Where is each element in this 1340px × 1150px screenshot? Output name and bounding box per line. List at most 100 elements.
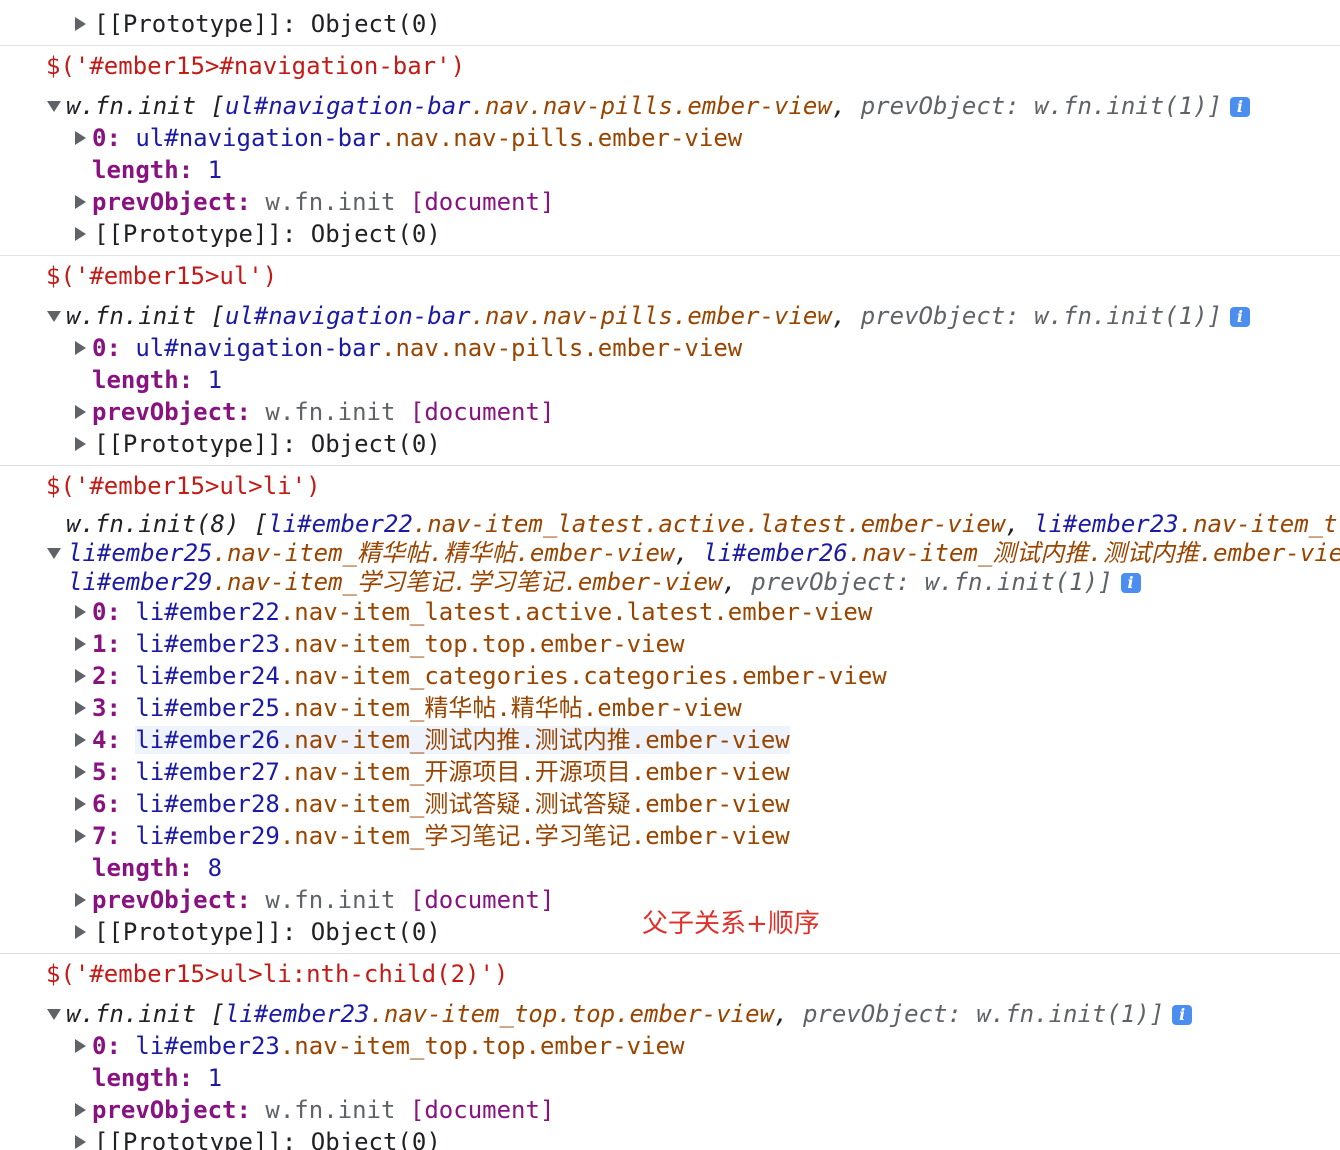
info-icon[interactable]: i <box>1172 1005 1193 1025</box>
property-row[interactable]: [[Prototype]]: Object(0) <box>0 428 1340 460</box>
collapse-triangle-icon[interactable] <box>46 537 62 569</box>
element-class: .nav-item_top.top.ember-view <box>279 1032 685 1060</box>
summary-class: .nav.nav-pills.ember-view <box>470 92 832 120</box>
expand-triangle-icon[interactable] <box>72 788 88 820</box>
summary-tag: li#ember26 <box>703 539 848 567</box>
expand-triangle-icon[interactable] <box>72 332 88 364</box>
summary-tag: li#ember25 <box>68 539 213 567</box>
prototype-entry: [[Prototype]]: Object(0) <box>94 220 441 248</box>
element-class: .nav-item_学习笔记.学习笔记.ember-view <box>279 822 790 850</box>
expand-triangle-icon[interactable] <box>72 122 88 154</box>
property-key: 6 <box>92 790 107 818</box>
info-icon[interactable]: i <box>1229 307 1250 327</box>
expand-triangle-icon[interactable] <box>72 186 88 218</box>
property-value: w.fn.init <box>265 398 396 426</box>
expand-triangle-icon[interactable] <box>72 596 88 628</box>
property-key: 0 <box>92 598 107 626</box>
property-value: w.fn.init <box>265 886 396 914</box>
summary-separator: , <box>674 539 704 567</box>
element-class: .nav-item_测试答疑.测试答疑.ember-view <box>279 790 790 818</box>
property-key: 5 <box>92 758 107 786</box>
element-class: .nav-item_测试内推.测试内推.ember-view <box>279 726 790 754</box>
property-value: 1 <box>207 1064 223 1092</box>
console-input-line[interactable]: > $('#ember15>ul>li:nth-child(2)') <box>0 958 1340 990</box>
property-row[interactable]: [[Prototype]]: Object(0) <box>0 1126 1340 1150</box>
property-key: 4 <box>92 726 107 754</box>
expand-triangle-icon[interactable] <box>72 820 88 852</box>
property-row[interactable]: 4: li#ember26.nav-item_测试内推.测试内推.ember-v… <box>0 724 1340 756</box>
collapse-triangle-icon[interactable] <box>46 90 62 122</box>
document-ref: [document] <box>409 188 555 216</box>
collapse-triangle-icon[interactable] <box>46 998 62 1030</box>
expand-triangle-icon[interactable] <box>72 428 88 460</box>
property-row[interactable]: 7: li#ember29.nav-item_学习笔记.学习笔记.ember-v… <box>0 820 1340 852</box>
element-class: .nav-item_categories.categories.ember-vi… <box>279 662 887 690</box>
element-tag: li#ember27 <box>135 758 280 786</box>
console-result-summary[interactable]: li#ember29.nav-item_学习笔记.学习笔记.ember-view… <box>0 566 1340 598</box>
element-tag: li#ember28 <box>135 790 280 818</box>
collapse-triangle-icon[interactable] <box>46 300 62 332</box>
expand-triangle-icon[interactable] <box>72 396 88 428</box>
console-command: $('#ember15>#navigation-bar') <box>46 52 466 80</box>
info-icon[interactable]: i <box>1120 573 1141 593</box>
property-key: 2 <box>92 662 107 690</box>
console-input-line[interactable]: > $('#ember15>ul>li') <box>0 470 1340 502</box>
expand-triangle-icon[interactable] <box>72 724 88 756</box>
info-icon[interactable]: i <box>1229 97 1250 117</box>
property-key: 0 <box>92 124 107 152</box>
property-row: length: 1 <box>92 1064 223 1092</box>
expand-triangle-icon[interactable] <box>72 692 88 724</box>
property-row[interactable]: 2: li#ember24.nav-item_categories.catego… <box>0 660 1340 692</box>
expand-triangle-icon[interactable] <box>72 884 88 916</box>
property-row[interactable]: prevObject: w.fn.init [document] <box>0 396 1340 428</box>
document-ref: [document] <box>409 886 555 914</box>
expand-triangle-icon[interactable] <box>72 628 88 660</box>
console-result-summary[interactable]: ↩ w.fn.init [ul#navigation-bar.nav.nav-p… <box>0 90 1340 122</box>
property-row[interactable]: 6: li#ember28.nav-item_测试答疑.测试答疑.ember-v… <box>0 788 1340 820</box>
element-class: .nav-item_开源项目.开源项目.ember-view <box>279 758 790 786</box>
property-row[interactable]: 5: li#ember27.nav-item_开源项目.开源项目.ember-v… <box>0 756 1340 788</box>
summary-class: .nav-item_t <box>1178 510 1338 538</box>
property-key: prevObject <box>92 886 237 914</box>
expand-triangle-icon[interactable] <box>72 660 88 692</box>
property-row[interactable]: 3: li#ember25.nav-item_精华帖.精华帖.ember-vie… <box>0 692 1340 724</box>
property-key: prevObject <box>92 398 237 426</box>
property-row[interactable]: prevObject: w.fn.init [document] <box>0 186 1340 218</box>
summary-head: w.fn.init [ <box>66 1000 225 1028</box>
property-row[interactable]: [[Prototype]]: Object(0) <box>0 218 1340 250</box>
console-command: $('#ember15>ul') <box>46 262 278 290</box>
console-result-summary[interactable]: ↩ w.fn.init [ul#navigation-bar.nav.nav-p… <box>0 300 1340 332</box>
document-ref: [document] <box>409 398 555 426</box>
expand-triangle-icon[interactable] <box>72 8 88 40</box>
summary-separator: , <box>722 568 752 596</box>
expand-triangle-icon[interactable] <box>72 916 88 948</box>
property-row[interactable]: 0: li#ember22.nav-item_latest.active.lat… <box>0 596 1340 628</box>
expand-triangle-icon[interactable] <box>72 1030 88 1062</box>
summary-tail: prevObject: w.fn.init(1)] <box>751 568 1113 596</box>
console-input-line[interactable]: > $('#ember15>ul') <box>0 260 1340 292</box>
property-value: w.fn.init <box>265 188 396 216</box>
property-row[interactable]: 0: ul#navigation-bar.nav.nav-pills.ember… <box>0 122 1340 154</box>
annotation-text: 父子关系+顺序 <box>642 909 820 939</box>
summary-tail: prevObject: w.fn.init(1)] <box>860 302 1222 330</box>
expand-triangle-icon[interactable] <box>72 1126 88 1150</box>
property-key: length <box>92 1064 179 1092</box>
summary-tag: li#ember22 <box>268 510 413 538</box>
prototype-entry: [[Prototype]]: Object(0) <box>94 10 441 38</box>
property-row[interactable]: prevObject: w.fn.init [document] <box>0 1094 1340 1126</box>
expand-triangle-icon[interactable] <box>72 756 88 788</box>
expand-triangle-icon[interactable] <box>72 218 88 250</box>
console-result-summary[interactable]: ↩ w.fn.init(8) [li#ember22.nav-item_late… <box>0 508 1340 540</box>
console-input-line[interactable]: > $('#ember15>#navigation-bar') <box>0 50 1340 82</box>
console-result-summary[interactable]: ↩ w.fn.init [li#ember23.nav-item_top.top… <box>0 998 1340 1030</box>
console-result-summary[interactable]: li#ember25.nav-item_精华帖.精华帖.ember-view, … <box>0 537 1340 569</box>
element-tag: li#ember23 <box>135 630 280 658</box>
property-key: prevObject <box>92 1096 237 1124</box>
property-row[interactable]: 0: ul#navigation-bar.nav.nav-pills.ember… <box>0 332 1340 364</box>
summary-tag: li#ember23 <box>224 1000 370 1028</box>
property-row[interactable]: 0: li#ember23.nav-item_top.top.ember-vie… <box>0 1030 1340 1062</box>
expand-triangle-icon[interactable] <box>72 1094 88 1126</box>
property-row[interactable]: 1: li#ember23.nav-item_top.top.ember-vie… <box>0 628 1340 660</box>
property-key: 1 <box>92 630 107 658</box>
divider <box>0 953 1340 954</box>
